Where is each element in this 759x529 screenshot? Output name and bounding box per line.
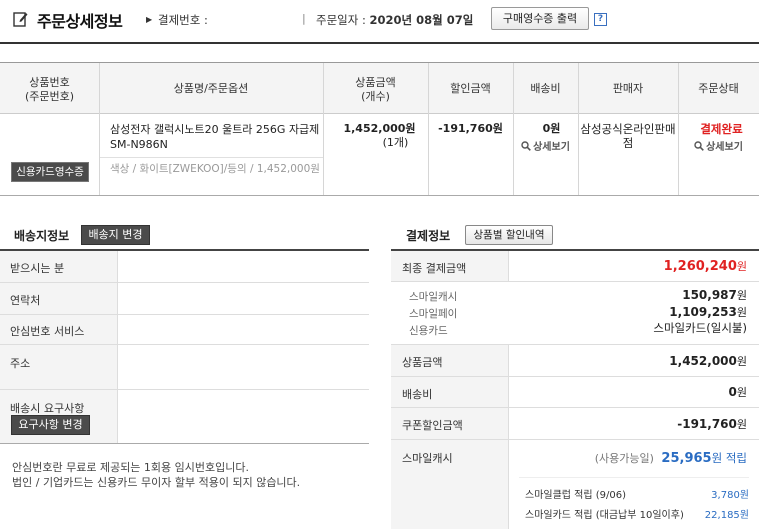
product-option: 색상 / 화이트[ZWEKOO]/등의 / 1,452,000원: [110, 163, 320, 175]
triangle-bullet-icon: ▶: [146, 15, 153, 24]
shipping-notes: 안심번호란 무료로 제공되는 1회용 임시번호입니다. 법인 / 기업카드는 신…: [12, 460, 300, 490]
smilecash-paid: 150,987원: [682, 288, 747, 302]
product-qty: (1개): [382, 136, 409, 149]
col-header-seller: 판매자: [612, 82, 644, 95]
product-amount: 1,452,000원: [669, 354, 747, 368]
edit-document-icon: [13, 12, 28, 27]
payment-row-final: 최종 결제금액 1,260,240원: [391, 251, 759, 282]
payment-section-title: 결제정보: [406, 229, 451, 243]
final-amount: 1,260,240원: [663, 259, 747, 274]
earn-row-label: 스마일클럽 적립 (9/06): [525, 490, 627, 501]
change-address-button[interactable]: 배송지 변경: [81, 225, 150, 245]
discount-detail-button[interactable]: 상품별 할인내역: [465, 225, 553, 245]
note-line: 안심번호란 무료로 제공되는 1회용 임시번호입니다.: [12, 461, 249, 474]
help-icon[interactable]: ?: [594, 13, 607, 26]
shipping-fee: 0원: [542, 122, 561, 135]
smilepay-paid: 1,109,253원: [669, 305, 747, 319]
product-name[interactable]: 삼성전자 갤럭시노트20 울트라 256G 자급제 SM-N986N: [110, 122, 320, 152]
seller-name[interactable]: 삼성공식온라인판매점: [580, 122, 676, 150]
magnifier-icon: [694, 141, 704, 151]
coupon-amount: -191,760원: [677, 417, 747, 431]
page-header: 주문상세정보 ▶ 결제번호 : | 주문일자 : 2020년 08월 07일 구…: [0, 0, 759, 44]
shipping-row-safe-number: 안심번호 서비스: [0, 315, 369, 345]
order-status: 결제완료: [700, 122, 743, 136]
col-header-discount: 할인금액: [450, 82, 491, 95]
change-request-button[interactable]: 요구사항 변경: [11, 415, 90, 435]
order-date-value: 2020년 08월 07일: [369, 13, 474, 27]
payment-row-shipping: 배송비 0원: [391, 377, 759, 408]
shipping-row-phone: 연락처: [0, 283, 369, 315]
earn-row-amount: 3,780원: [711, 490, 749, 501]
order-date: 주문일자 : 2020년 08월 07일: [316, 13, 474, 27]
magnifier-icon: [521, 141, 531, 151]
payment-row-coupon: 쿠폰할인금액 -191,760원: [391, 408, 759, 440]
status-detail-link[interactable]: 상세보기: [678, 140, 759, 155]
payment-row-smilecash: 스마일캐시 (사용가능일) 25,965원 적립 스마일클럽 적립 (9/06)…: [391, 440, 759, 529]
col-header-status: 주문상태: [698, 82, 739, 95]
shipping-detail-link[interactable]: 상세보기: [513, 140, 578, 155]
earn-row-label: 스마일카드 적립 (대금납부 10일이후): [525, 510, 684, 521]
divider: |: [302, 12, 306, 25]
divider: [519, 477, 749, 478]
shipping-row-address: 주소: [0, 345, 369, 390]
discount-amount: -191,760원: [438, 122, 503, 135]
shipping-row-recipient: 받으시는 분: [0, 251, 369, 283]
col-header-shipping: 배송비: [530, 82, 561, 95]
payment-number-label: 결제번호 :: [158, 13, 208, 27]
shipping-section-title: 배송지정보: [14, 229, 70, 243]
col-header-price: 상품금액 (개수): [355, 76, 396, 103]
card-receipt-button[interactable]: 신용카드영수증: [11, 162, 89, 182]
shipping-amount: 0원: [728, 385, 747, 399]
page-title: 주문상세정보: [37, 12, 123, 31]
col-header-product-name: 상품명/주문옵션: [173, 82, 249, 95]
payment-row-methods: 스마일캐시 스마일페이 신용카드 150,987원 1,109,253원 스마일…: [391, 282, 759, 345]
print-receipt-button[interactable]: 구매영수증 출력: [491, 7, 589, 30]
divider: [100, 157, 323, 158]
credit-card-paid: 스마일카드(일시불): [653, 321, 747, 335]
earn-summary: (사용가능일) 25,965원 적립: [594, 451, 747, 466]
product-price: 1,452,000원 (1개): [323, 122, 428, 150]
note-line: 법인 / 기업카드는 신용카드 무이자 할부 적용이 되지 않습니다.: [12, 476, 301, 489]
earn-row-amount: 22,185원: [704, 510, 749, 521]
payment-row-product: 상품금액 1,452,000원: [391, 345, 759, 377]
col-header-product-no: 상품번호 (주문번호): [24, 76, 75, 103]
